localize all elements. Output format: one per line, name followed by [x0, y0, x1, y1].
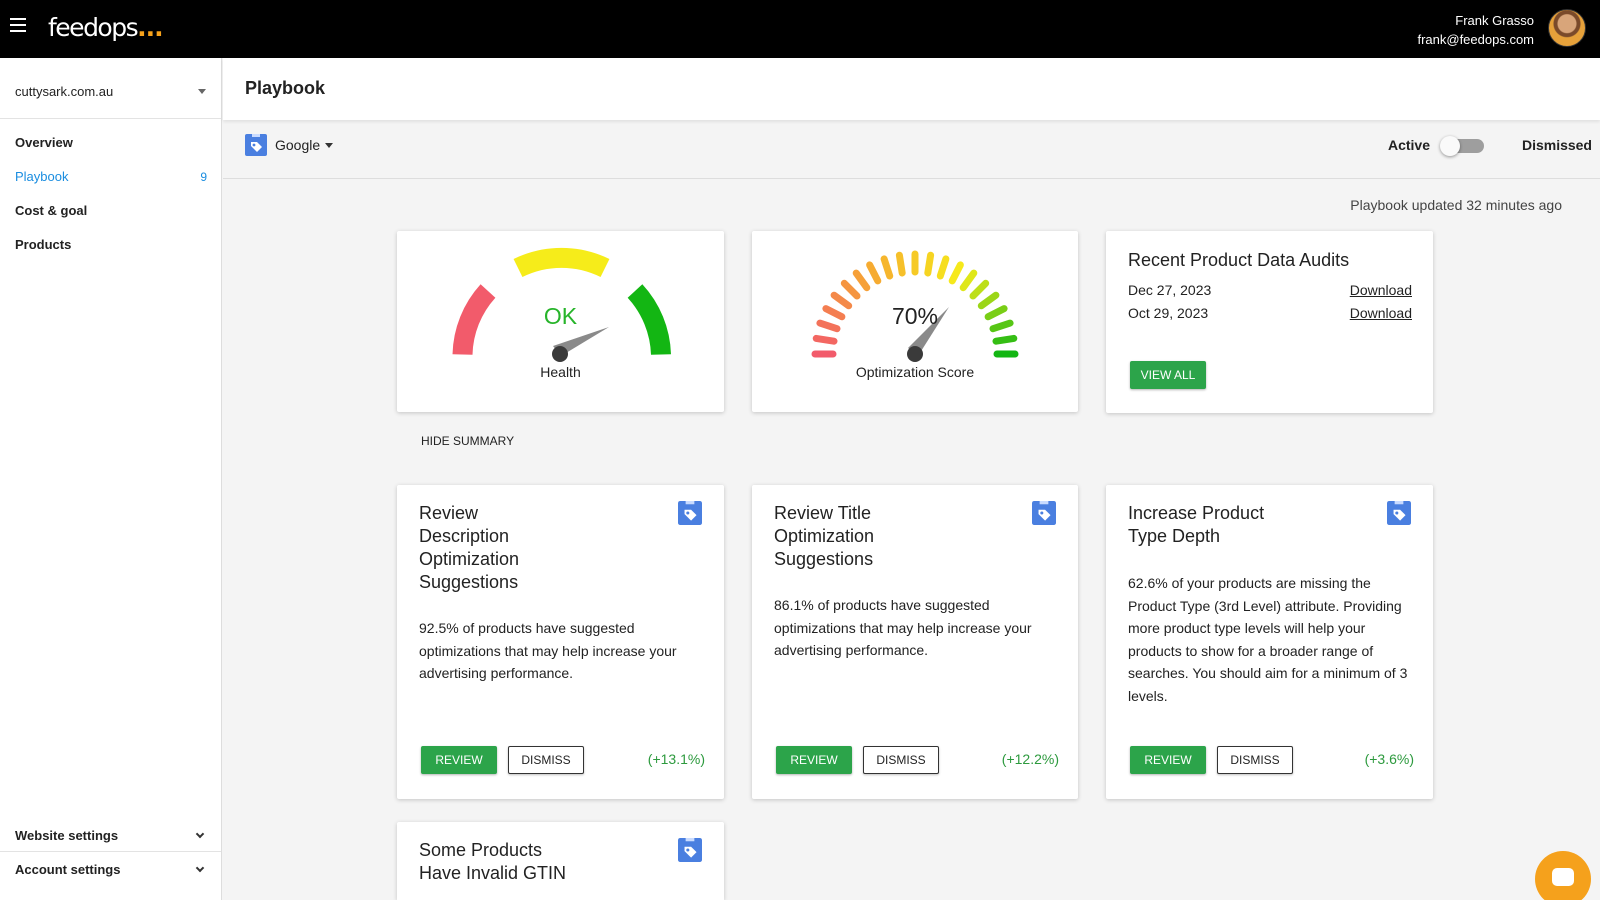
gauge-tick: [895, 251, 906, 277]
audits-title: Recent Product Data Audits: [1128, 250, 1350, 270]
sidebar-item-label: Products: [15, 237, 72, 252]
gauge-tick: [924, 251, 935, 277]
gauge-tick: [936, 255, 950, 280]
filter-bar: Google Active Dismissed: [223, 122, 1600, 179]
health-card: OK Health: [397, 231, 724, 412]
gauge-tick: [959, 269, 978, 292]
toggle-knob[interactable]: [1440, 136, 1460, 156]
gauge-tick: [948, 261, 964, 285]
top-bar: feedops... Frank Grasso frank@feedops.co…: [0, 0, 1600, 58]
page-title: Playbook: [245, 78, 326, 98]
gauge-tick: [840, 279, 861, 300]
hamburger-icon[interactable]: [10, 18, 26, 32]
recommendation-title: Increase Product Type Depth: [1128, 503, 1265, 546]
channel-dropdown[interactable]: Google: [275, 137, 320, 153]
playbook-updated-text: Playbook updated 32 minutes ago: [1350, 197, 1562, 213]
chat-bubble-icon: [1552, 868, 1574, 886]
recommendation-description: 86.1% of products have suggested optimiz…: [774, 597, 1032, 658]
audit-download-link[interactable]: Download: [1350, 305, 1412, 321]
gauge-tick: [812, 334, 838, 345]
audit-date: Dec 27, 2023: [1128, 282, 1212, 298]
recommendation-card: Review Description Optimization Suggesti…: [397, 485, 724, 799]
avatar[interactable]: [1548, 9, 1586, 47]
impact-percentage: (+12.2%): [1001, 751, 1059, 767]
sidebar-item-cost-goal[interactable]: Cost & goal: [0, 193, 221, 227]
website-settings-label: Website settings: [15, 828, 119, 843]
sidebar-item-playbook[interactable]: Playbook 9: [0, 159, 221, 193]
sidebar-item-products[interactable]: Products: [0, 227, 221, 261]
google-shopping-tag-icon: [1387, 501, 1411, 525]
gauge-tick: [969, 279, 990, 300]
active-dismissed-toggle[interactable]: [1440, 136, 1484, 156]
review-button[interactable]: REVIEW: [776, 746, 852, 774]
sidebar-item-label: Playbook: [15, 169, 69, 184]
optimization-score-value: 70%: [891, 303, 939, 329]
toggle-active-label: Active: [1387, 137, 1430, 153]
google-shopping-tag-icon[interactable]: [245, 134, 267, 156]
gauge-segment-yellow: [513, 247, 610, 278]
optimization-score-card: 70% Optimization Score: [752, 231, 1078, 412]
account-settings-toggle[interactable]: Account settings: [0, 852, 221, 886]
account-settings-label: Account settings: [15, 862, 121, 877]
dismiss-button[interactable]: DISMISS: [863, 746, 939, 774]
google-shopping-tag-icon: [678, 838, 702, 862]
recommendation-card: Review Title Optimization Suggestions 86…: [752, 485, 1078, 799]
gauge-tick: [852, 269, 871, 292]
site-selector[interactable]: cuttysark.com.au: [0, 58, 221, 119]
sidebar-item-overview[interactable]: Overview: [0, 125, 221, 159]
google-shopping-tag-icon: [1032, 501, 1056, 525]
gauge-pivot: [552, 346, 568, 362]
recommendation-title: Review Description Optimization Suggesti…: [419, 503, 520, 592]
review-button[interactable]: REVIEW: [421, 746, 497, 774]
review-button[interactable]: REVIEW: [1130, 746, 1206, 774]
gauge-tick: [866, 261, 882, 285]
impact-percentage: (+3.6%): [1364, 751, 1414, 767]
gauge-tick: [992, 334, 1018, 345]
health-value: OK: [543, 303, 578, 329]
user-name: Frank Grasso: [1455, 13, 1534, 28]
recommendation-card: Some Products Have Invalid GTIN: [397, 822, 724, 900]
dismiss-button[interactable]: DISMISS: [1217, 746, 1293, 774]
caret-down-icon: [198, 89, 206, 94]
audits-card: Recent Product Data Audits Dec 27, 2023 …: [1106, 231, 1433, 413]
view-all-button[interactable]: VIEW ALL: [1130, 361, 1206, 389]
page-header: Playbook: [223, 58, 1600, 120]
recommendation-title: Some Products Have Invalid GTIN: [419, 840, 567, 883]
feedops-logo[interactable]: feedops...: [48, 13, 164, 42]
site-name: cuttysark.com.au: [15, 84, 114, 99]
playbook-count-badge: 9: [200, 170, 207, 184]
hide-summary-button[interactable]: HIDE SUMMARY: [421, 434, 514, 448]
health-caption: Health: [540, 364, 581, 380]
gauge-tick: [880, 255, 894, 280]
optimization-score-caption: Optimization Score: [855, 364, 975, 380]
sidebar-item-label: Overview: [15, 135, 73, 150]
sidebar-item-label: Cost & goal: [15, 203, 88, 218]
website-settings-toggle[interactable]: Website settings: [0, 818, 221, 852]
recommendation-card: Increase Product Type Depth 62.6% of you…: [1106, 485, 1433, 799]
caret-down-icon[interactable]: [325, 143, 333, 148]
chevron-down-icon: [195, 829, 205, 839]
audit-download-link[interactable]: Download: [1350, 282, 1412, 298]
audit-date: Oct 29, 2023: [1128, 305, 1209, 321]
recommendation-description: 62.6% of your products are missing the P…: [1128, 575, 1408, 704]
user-email: frank@feedops.com: [1417, 32, 1534, 47]
impact-percentage: (+13.1%): [647, 751, 705, 767]
recommendation-description: 92.5% of products have suggested optimiz…: [419, 620, 677, 681]
google-shopping-tag-icon: [678, 501, 702, 525]
dismiss-button[interactable]: DISMISS: [508, 746, 584, 774]
recommendation-title: Review Title Optimization Suggestions: [774, 503, 875, 569]
chat-launcher-button[interactable]: [1535, 851, 1591, 900]
user-info: Frank Grasso frank@feedops.com: [1417, 13, 1534, 47]
sidebar: cuttysark.com.au Overview Playbook 9 Cos…: [0, 58, 222, 900]
gauge-pivot: [907, 346, 923, 362]
toggle-dismissed-label: Dismissed: [1521, 137, 1592, 153]
chevron-down-icon: [195, 863, 205, 873]
